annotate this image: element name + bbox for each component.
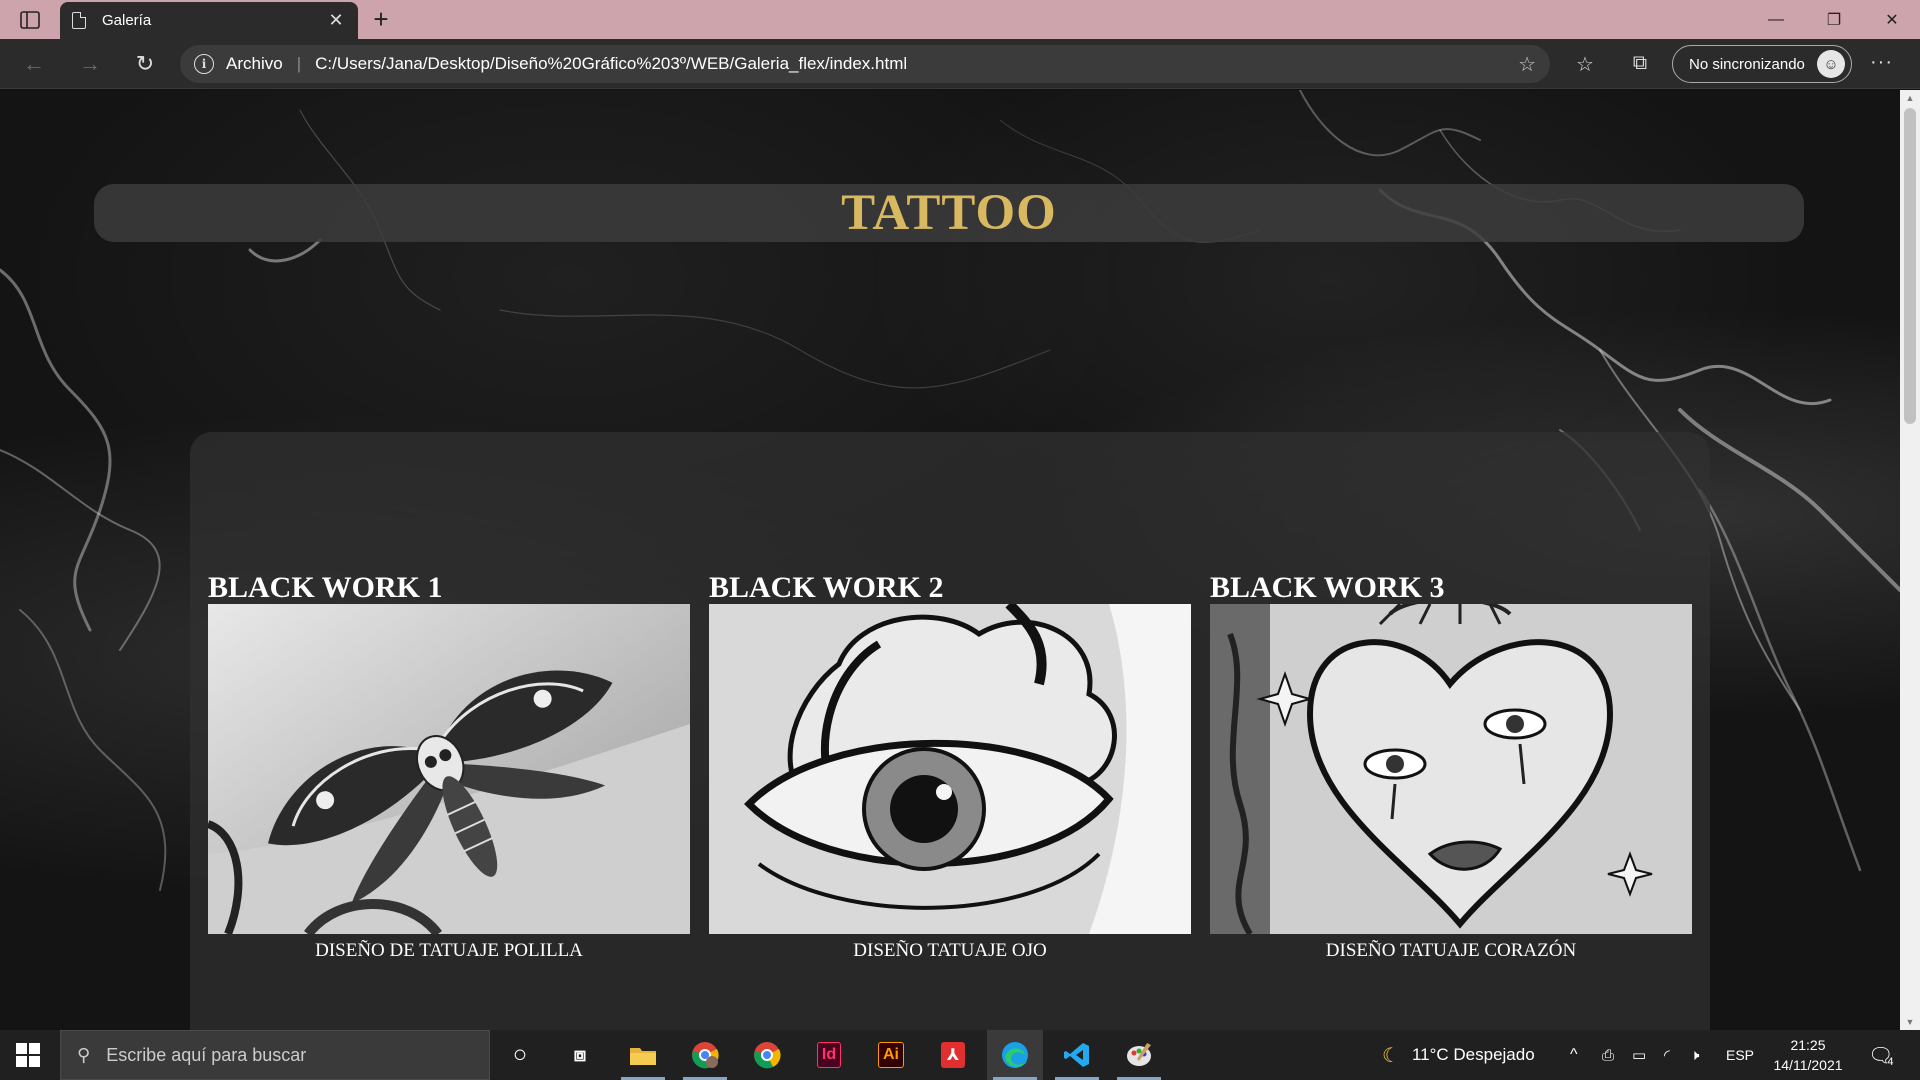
arrow-left-icon: ←: [23, 51, 45, 76]
refresh-icon: ↻: [135, 51, 155, 76]
moth-tattoo-image: [208, 604, 690, 934]
card-caption: DISEÑO TATUAJE OJO: [853, 940, 1047, 961]
address-separator: |: [296, 54, 302, 73]
new-tab-button[interactable]: +: [368, 4, 394, 34]
forward-button[interactable]: →: [72, 47, 108, 81]
document-icon: [72, 12, 86, 29]
gallery-card: BLACK WORK 3 DISEÑO TATUAJE CORAZÓN: [1210, 572, 1692, 962]
indesign-icon[interactable]: Id: [801, 1030, 857, 1080]
tab-actions-button[interactable]: [10, 7, 50, 33]
notification-center[interactable]: 🗨 4: [1868, 1030, 1894, 1080]
back-button[interactable]: ←: [16, 47, 52, 81]
network-icon[interactable]: ◜: [1664, 1030, 1670, 1080]
minimize-button[interactable]: —: [1748, 0, 1804, 39]
windows-logo-icon: [29, 1056, 40, 1067]
avatar-icon: ☺: [1817, 50, 1845, 78]
windows-taskbar: ⚲ Escribe aquí para buscar ○ ⧈ Id Ai ⅄ ☾…: [0, 1030, 1920, 1080]
windows-logo-icon: [16, 1056, 27, 1067]
clock[interactable]: 21:25 14/11/2021: [1768, 1035, 1848, 1075]
chrome-profile-icon[interactable]: [677, 1030, 733, 1080]
page-viewport: TATTOO BLACK WORK 1 DISEÑO DE TATUAJE PO…: [0, 90, 1900, 1030]
favorites-icon[interactable]: ☆: [1572, 52, 1598, 77]
page-scrollbar[interactable]: ▲ ▼: [1900, 90, 1920, 1030]
more-options-icon[interactable]: ···: [1870, 51, 1893, 74]
volume-muted-icon[interactable]: 🕨: [1690, 1030, 1699, 1080]
battery-icon[interactable]: ▭: [1632, 1030, 1646, 1080]
scrollbar-thumb[interactable]: [1904, 108, 1916, 424]
add-favorite-icon[interactable]: ☆: [1518, 52, 1536, 77]
moth-skull-illustration: [208, 604, 690, 934]
eye-cloud-illustration: [709, 604, 1191, 934]
tab-title: Galería: [102, 12, 152, 29]
language-indicator[interactable]: ESP: [1726, 1030, 1754, 1080]
window-close-button[interactable]: ✕: [1864, 0, 1920, 39]
meet-now-icon[interactable]: ⎙: [1602, 1030, 1614, 1080]
gallery-card: BLACK WORK 1 DISEÑO DE TATUAJE POLILLA: [208, 572, 690, 962]
page-title: TATTOO: [841, 185, 1057, 241]
gallery-card: BLACK WORK 2 DISEÑO TATUAJE OJO: [709, 572, 1191, 962]
profile-button[interactable]: No sincronizando ☺: [1672, 45, 1852, 83]
notification-count: 4: [1887, 1056, 1894, 1068]
heart-face-illustration: [1210, 604, 1692, 934]
card-heading: BLACK WORK 2: [709, 571, 944, 604]
card-heading: BLACK WORK 3: [1210, 571, 1445, 604]
moon-icon: ☾: [1382, 1044, 1400, 1067]
scroll-up-icon[interactable]: ▲: [1900, 90, 1920, 106]
illustrator-icon[interactable]: Ai: [863, 1030, 919, 1080]
info-icon[interactable]: i: [194, 54, 214, 74]
weather-text: 11°C Despejado: [1411, 1045, 1535, 1064]
search-icon: ⚲: [77, 1044, 91, 1065]
profile-label: No sincronizando: [1689, 55, 1805, 73]
close-tab-button[interactable]: ✕: [326, 10, 346, 31]
card-caption: DISEÑO TATUAJE CORAZÓN: [1325, 940, 1577, 961]
browser-toolbar: ← → ↻ i Archivo | C:/Users/Jana/Desktop/…: [0, 39, 1920, 89]
file-explorer-icon[interactable]: [615, 1030, 671, 1080]
search-placeholder: Escribe aquí para buscar: [106, 1044, 307, 1065]
start-button[interactable]: [16, 1043, 40, 1067]
paint-icon[interactable]: [1111, 1030, 1167, 1080]
taskbar-search[interactable]: ⚲ Escribe aquí para buscar: [60, 1030, 490, 1080]
site-info-label: Archivo: [226, 54, 283, 73]
chrome-icon[interactable]: [739, 1030, 795, 1080]
show-hidden-icons[interactable]: ^: [1570, 1030, 1578, 1080]
card-heading: BLACK WORK 1: [208, 571, 443, 604]
clock-time: 21:25: [1790, 1037, 1826, 1053]
weather-widget[interactable]: ☾ 11°C Despejado: [1382, 1030, 1535, 1080]
gallery-container: BLACK WORK 1 DISEÑO DE TATUAJE POLILLA B…: [190, 432, 1710, 1030]
card-caption: DISEÑO DE TATUAJE POLILLA: [315, 940, 583, 961]
edge-icon[interactable]: [987, 1030, 1043, 1080]
browser-tab[interactable]: Galería ✕: [60, 2, 358, 39]
task-view-icon[interactable]: ⧈: [552, 1030, 608, 1080]
scroll-down-icon[interactable]: ▼: [1900, 1014, 1920, 1030]
cortana-icon[interactable]: ○: [492, 1030, 548, 1080]
tab-actions-icon: [20, 11, 40, 29]
page-header: TATTOO: [94, 184, 1804, 242]
heart-tattoo-image: [1210, 604, 1692, 934]
windows-logo-icon: [16, 1043, 27, 1054]
address-bar[interactable]: i Archivo | C:/Users/Jana/Desktop/Diseño…: [180, 45, 1550, 83]
collections-icon[interactable]: ⧉: [1627, 52, 1653, 75]
clock-date: 14/11/2021: [1773, 1057, 1843, 1073]
restore-button[interactable]: ❐: [1806, 0, 1862, 39]
acrobat-icon[interactable]: ⅄: [925, 1030, 981, 1080]
vscode-icon[interactable]: [1049, 1030, 1105, 1080]
refresh-button[interactable]: ↻: [127, 47, 163, 81]
url-text[interactable]: C:/Users/Jana/Desktop/Diseño%20Gráfico%2…: [315, 54, 1518, 74]
arrow-right-icon: →: [79, 51, 101, 76]
browser-tab-bar: Galería ✕ + — ❐ ✕: [0, 0, 1920, 39]
windows-logo-icon: [29, 1043, 40, 1054]
eye-tattoo-image: [709, 604, 1191, 934]
